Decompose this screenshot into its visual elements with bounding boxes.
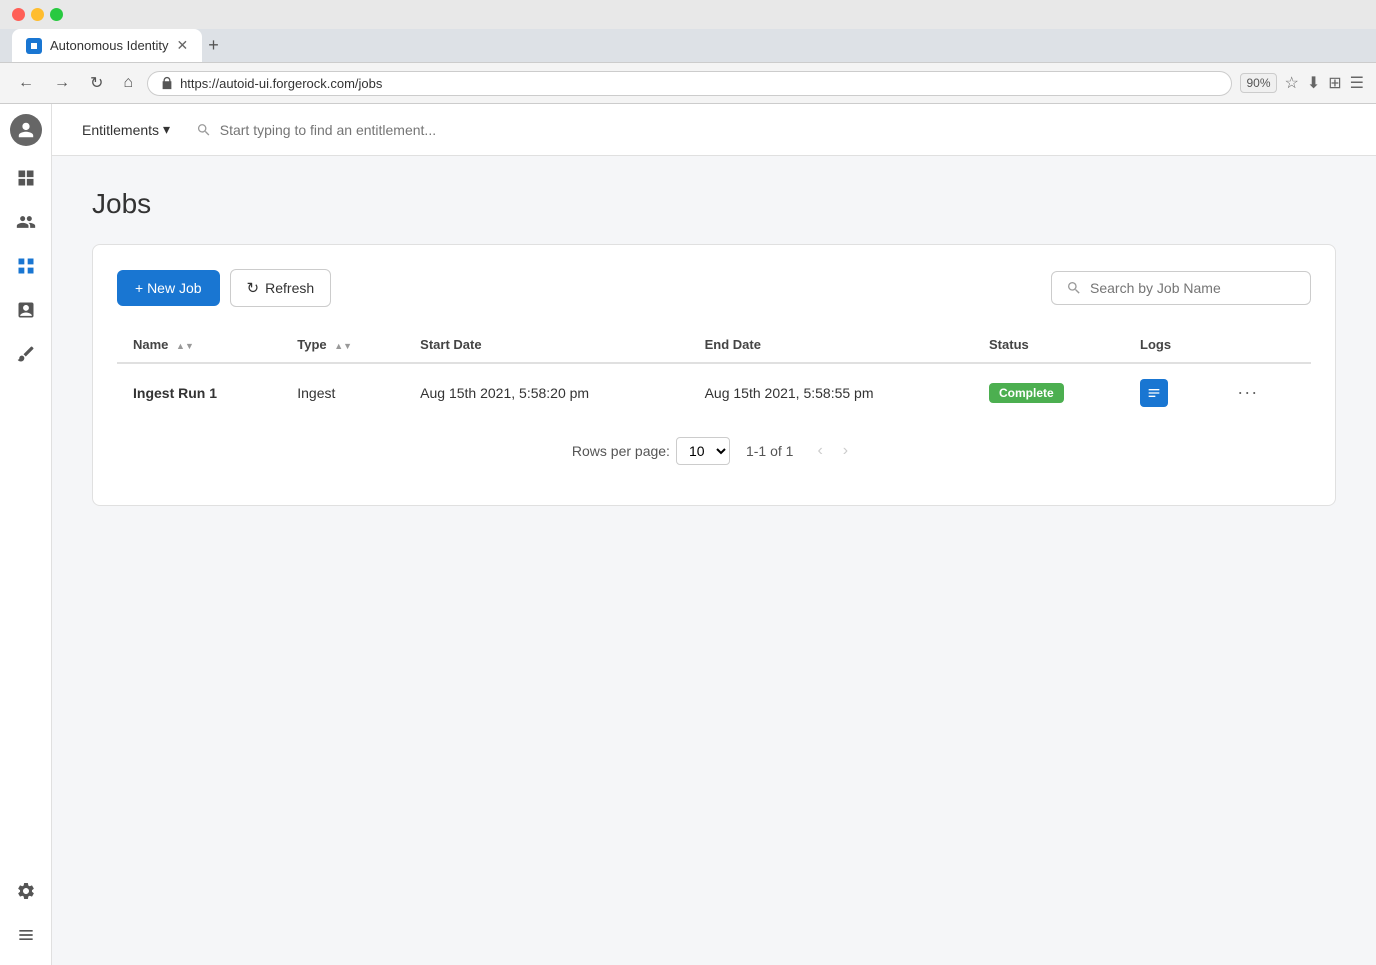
table-row: Ingest Run 1 Ingest Aug 15th 2021, 5:58:… [117,363,1311,421]
cell-end-date: Aug 15th 2021, 5:58:55 pm [689,363,973,421]
browser-tab-autonomous-identity[interactable]: Autonomous Identity ✕ [12,29,202,62]
jobs-table: Name ▲▼ Type ▲▼ Start Date End Date Stat… [117,327,1311,421]
job-search-box[interactable] [1051,271,1311,305]
secure-icon [160,76,174,90]
sort-icon-type: ▲▼ [334,342,352,351]
cell-type: Ingest [281,363,404,421]
zoom-level[interactable]: 90% [1240,73,1276,93]
minimize-window-button[interactable] [31,8,44,21]
window-controls [12,8,63,21]
sidebar-item-users[interactable] [6,202,46,242]
new-tab-button[interactable]: + [208,35,219,56]
next-page-button[interactable]: › [835,438,856,464]
rows-per-page-select[interactable]: 10 25 50 [676,437,730,465]
top-search-container [180,122,1356,138]
job-search-input[interactable] [1090,280,1296,296]
tab-favicon [26,38,42,54]
forward-button[interactable]: → [48,70,76,96]
cell-actions[interactable]: ··· [1213,363,1311,421]
sidebar-item-grid[interactable] [6,246,46,286]
close-window-button[interactable] [12,8,25,21]
sidebar-item-bottom-grid[interactable] [6,915,46,955]
menu-icon[interactable]: ☰ [1350,73,1364,93]
rows-per-page: Rows per page: 10 25 50 [572,437,730,465]
home-button[interactable]: ⌂ [117,70,139,96]
sidebar [0,104,52,965]
col-logs: Logs [1124,327,1213,363]
downloads-icon[interactable]: ⬇ [1307,73,1320,93]
new-job-label: + New Job [135,280,202,296]
top-search-icon [196,122,212,138]
extensions-icon[interactable]: ⊞ [1328,73,1341,93]
top-search [196,122,1340,138]
sort-icon-name: ▲▼ [176,342,194,351]
col-end-date: End Date [689,327,973,363]
maximize-window-button[interactable] [50,8,63,21]
col-start-date: Start Date [404,327,688,363]
cell-status: Complete [973,363,1124,421]
entitlements-label: Entitlements [82,122,159,138]
tab-bar: Autonomous Identity ✕ + [0,29,1376,62]
tab-close-button[interactable]: ✕ [177,37,189,54]
bookmark-icon[interactable]: ☆ [1285,73,1299,93]
sidebar-item-tasks[interactable] [6,290,46,330]
pagination: Rows per page: 10 25 50 1-1 of 1 ‹ › [117,421,1311,481]
page-title: Jobs [92,188,1336,220]
top-search-input[interactable] [220,122,1340,138]
refresh-button[interactable]: ↻ Refresh [230,269,332,307]
browser-nav-icons: ☆ ⬇ ⊞ ☰ [1285,73,1365,93]
avatar[interactable] [10,114,42,146]
back-button[interactable]: ← [12,70,40,96]
col-type[interactable]: Type ▲▼ [281,327,404,363]
col-status: Status [973,327,1124,363]
reload-button[interactable]: ↻ [84,69,109,97]
top-nav: Entitlements ▾ [52,104,1376,156]
logs-icon [1146,385,1162,401]
toolbar: + New Job ↻ Refresh [117,269,1311,307]
chevron-down-icon: ▾ [163,121,170,138]
page-content: Jobs + New Job ↻ Refresh [52,156,1376,538]
main-content: Entitlements ▾ Jobs + New Job [52,104,1376,965]
refresh-icon: ↻ [247,279,260,297]
status-badge: Complete [989,383,1064,403]
url-display: https://autoid-ui.forgerock.com/jobs [180,76,1219,91]
page-nav: ‹ › [809,438,856,464]
refresh-label: Refresh [265,280,314,296]
more-actions-button[interactable]: ··· [1229,378,1266,407]
cell-logs[interactable] [1124,363,1213,421]
entitlements-button[interactable]: Entitlements ▾ [72,115,180,144]
cell-name: Ingest Run 1 [117,363,281,421]
sidebar-item-settings[interactable] [6,871,46,911]
col-actions [1213,327,1311,363]
logs-button[interactable] [1140,379,1168,407]
new-job-button[interactable]: + New Job [117,270,220,306]
address-bar[interactable]: https://autoid-ui.forgerock.com/jobs [147,71,1232,96]
cell-start-date: Aug 15th 2021, 5:58:20 pm [404,363,688,421]
job-search-icon [1066,280,1082,296]
rows-per-page-label: Rows per page: [572,443,670,459]
page-info: 1-1 of 1 [746,443,793,459]
nav-bar: ← → ↻ ⌂ https://autoid-ui.forgerock.com/… [0,62,1376,103]
prev-page-button[interactable]: ‹ [809,438,830,464]
sidebar-item-dashboard[interactable] [6,158,46,198]
col-name[interactable]: Name ▲▼ [117,327,281,363]
tab-title: Autonomous Identity [50,38,169,53]
sidebar-item-brush[interactable] [6,334,46,374]
jobs-card: + New Job ↻ Refresh [92,244,1336,506]
